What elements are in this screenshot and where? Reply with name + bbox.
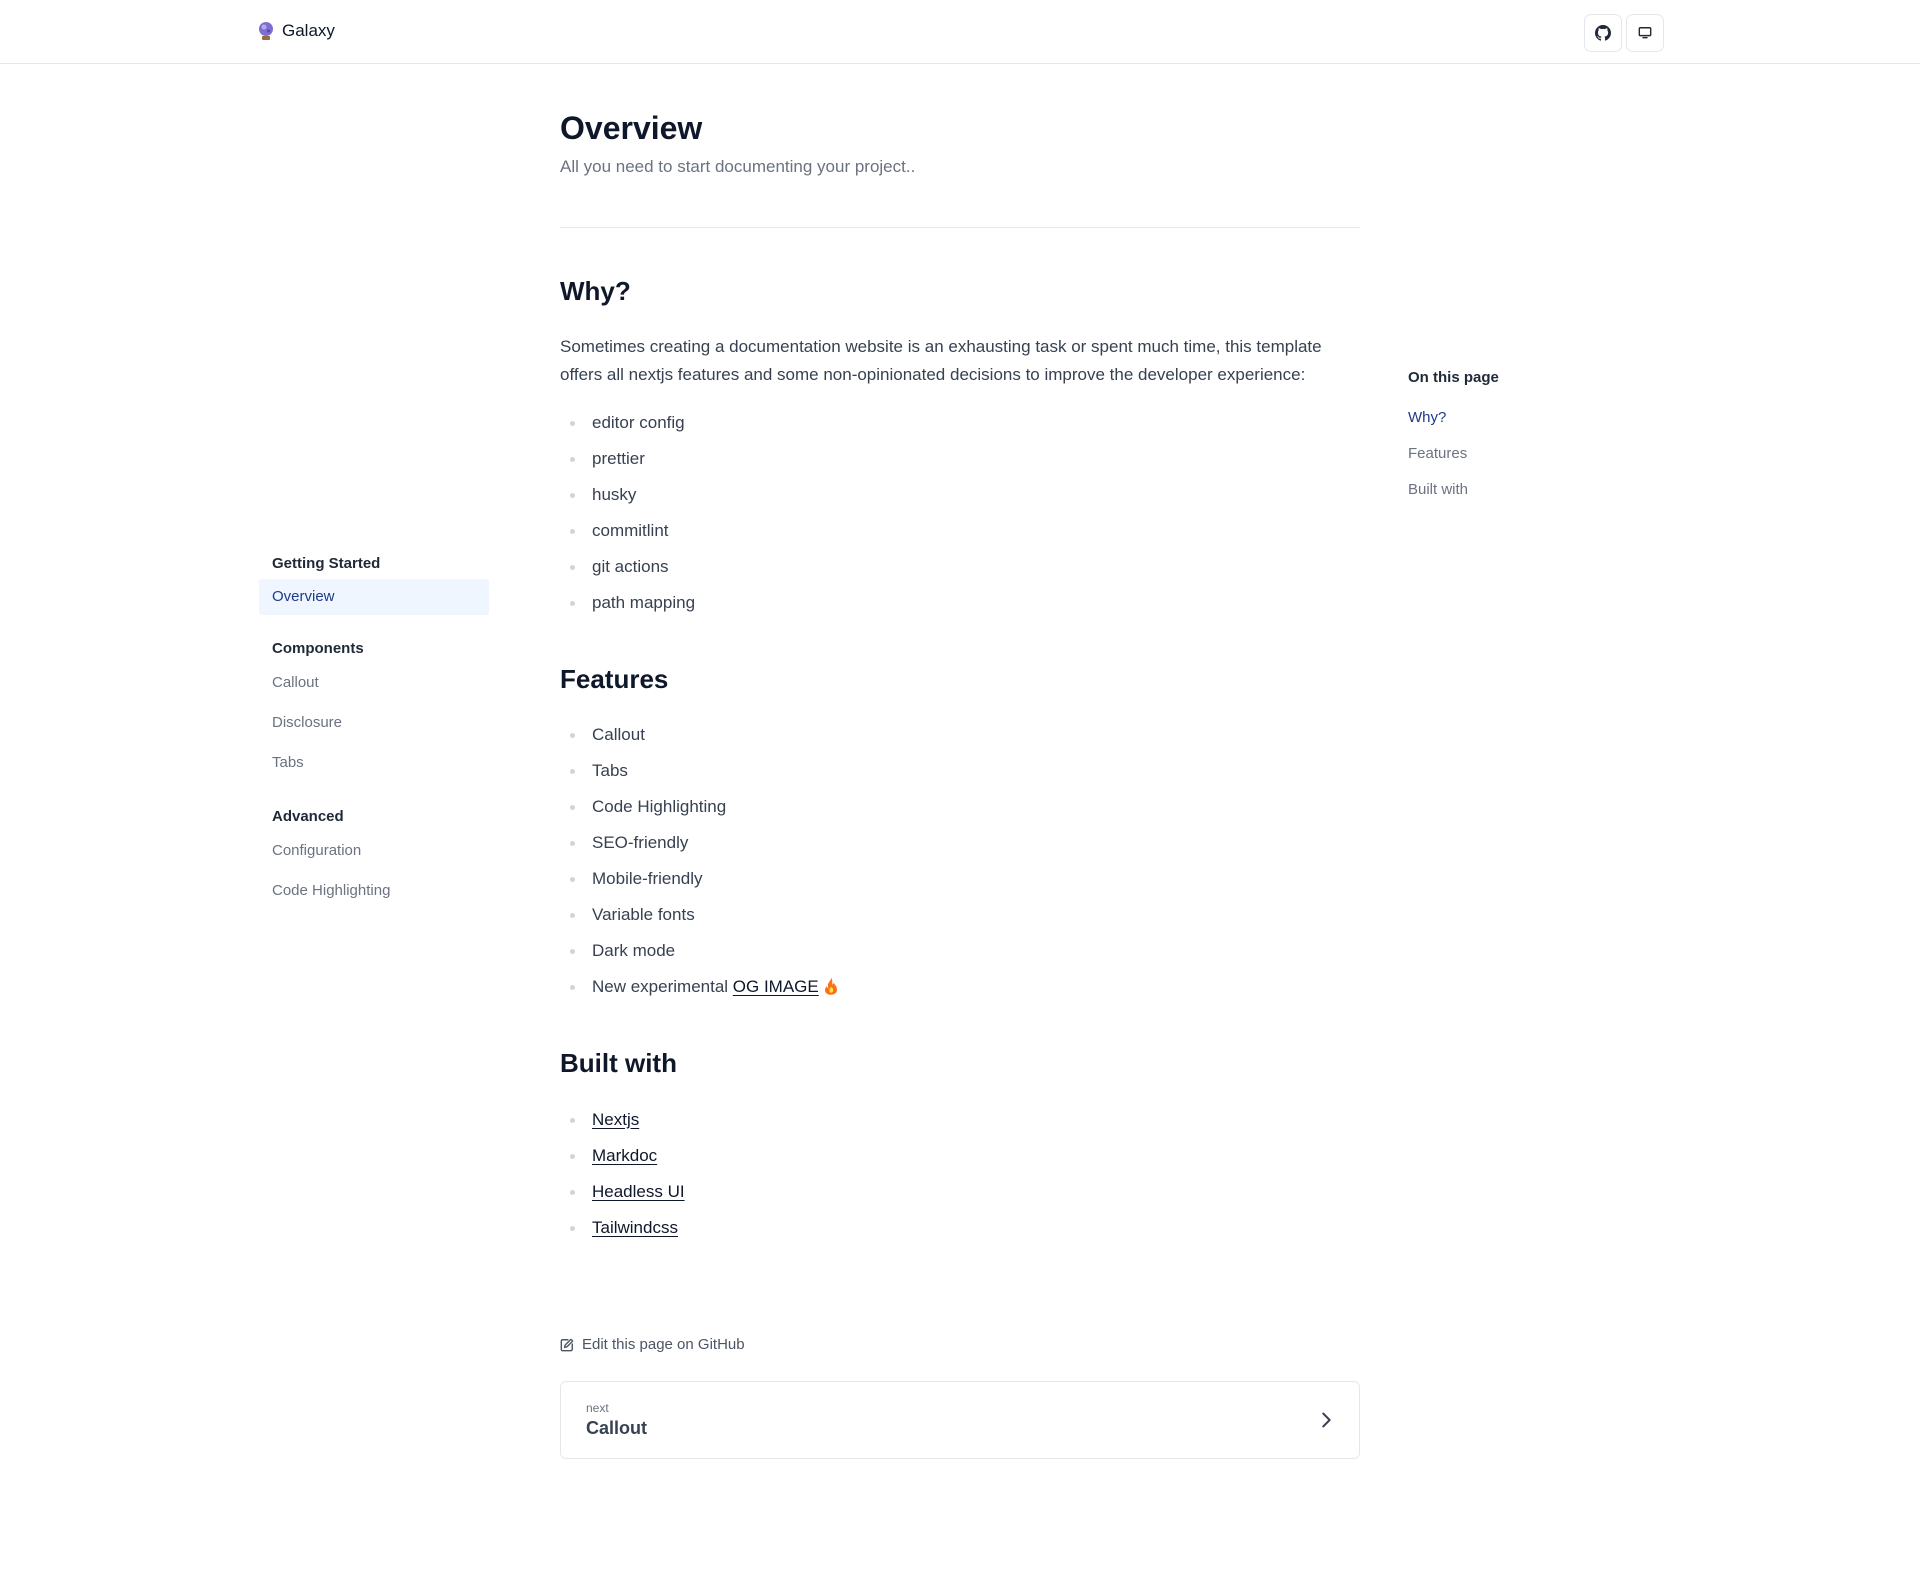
list-item: Markdoc: [560, 1138, 685, 1174]
list-item: Tailwindcss: [560, 1210, 685, 1246]
brand-link[interactable]: Galaxy: [258, 21, 335, 41]
sidebar-item-overview[interactable]: Overview: [259, 579, 489, 615]
built-with-list: Nextjs Markdoc Headless UI Tailwindcss: [560, 1102, 685, 1246]
section-heading-why: Why?: [560, 276, 631, 306]
sidebar-item-callout[interactable]: Callout: [259, 663, 489, 703]
sidebar-item-code-highlighting[interactable]: Code Highlighting: [259, 871, 489, 911]
list-item: Tabs: [560, 753, 839, 789]
github-icon: [1595, 25, 1611, 41]
sidebar-section-components: Components Callout Disclosure Tabs: [259, 635, 489, 783]
page-title: Overview: [560, 110, 703, 146]
sidebar-nav: Getting Started Overview Components Call…: [259, 550, 489, 931]
features-list: Callout Tabs Code Highlighting SEO-frien…: [560, 717, 839, 1005]
list-item: Headless UI: [560, 1174, 685, 1210]
og-image-prefix: New experimental: [592, 977, 733, 996]
sidebar-heading: Components: [272, 640, 364, 657]
sidebar-item-configuration[interactable]: Configuration: [259, 831, 489, 871]
nextjs-link[interactable]: Nextjs: [592, 1110, 639, 1129]
on-this-page-toc: On this page Why? Features Built with: [1408, 366, 1608, 514]
toc-item-why[interactable]: Why?: [1408, 406, 1608, 442]
list-item: Callout: [560, 717, 839, 753]
why-list: editor config prettier husky commitlint …: [560, 405, 695, 621]
fire-icon: [824, 977, 837, 995]
brand-name: Galaxy: [282, 21, 335, 40]
chevron-right-icon: [1322, 1412, 1331, 1428]
section-heading-features: Features: [560, 664, 669, 694]
theme-toggle-button[interactable]: [1626, 14, 1664, 52]
page-subtitle: All you need to start documenting your p…: [560, 157, 916, 176]
why-paragraph: Sometimes creating a documentation websi…: [560, 337, 1322, 384]
list-item: Mobile-friendly: [560, 861, 839, 897]
edit-icon: [560, 1338, 574, 1351]
list-item-og-image: New experimental OG IMAGE: [560, 969, 839, 1005]
edit-link-label: Edit this page on GitHub: [582, 1336, 745, 1353]
list-item: Dark mode: [560, 933, 839, 969]
list-item: Variable fonts: [560, 897, 839, 933]
list-item: SEO-friendly: [560, 825, 839, 861]
toc-heading: On this page: [1408, 369, 1499, 386]
og-image-link[interactable]: OG IMAGE: [733, 977, 819, 996]
edit-on-github-link[interactable]: Edit this page on GitHub: [560, 1336, 745, 1353]
top-header: Galaxy: [0, 0, 1920, 64]
sidebar-section-getting-started: Getting Started Overview: [259, 550, 489, 615]
galaxy-logo-icon: [259, 22, 273, 40]
list-item: husky: [560, 477, 695, 513]
list-item: path mapping: [560, 585, 695, 621]
sidebar-heading: Advanced: [272, 808, 344, 825]
list-item: prettier: [560, 441, 695, 477]
tailwindcss-link[interactable]: Tailwindcss: [592, 1218, 678, 1237]
monitor-icon: [1638, 27, 1652, 39]
next-page-title: Callout: [586, 1418, 647, 1438]
headless-ui-link[interactable]: Headless UI: [592, 1182, 685, 1201]
next-label: next: [586, 1401, 609, 1415]
title-divider: [560, 227, 1360, 228]
toc-item-features[interactable]: Features: [1408, 442, 1608, 478]
list-item: Code Highlighting: [560, 789, 839, 825]
next-page-card[interactable]: next Callout: [560, 1381, 1360, 1459]
list-item: commitlint: [560, 513, 695, 549]
list-item: Nextjs: [560, 1102, 685, 1138]
list-item: git actions: [560, 549, 695, 585]
section-heading-built-with: Built with: [560, 1048, 677, 1078]
sidebar-item-tabs[interactable]: Tabs: [259, 743, 489, 783]
markdoc-link[interactable]: Markdoc: [592, 1146, 657, 1165]
sidebar-item-disclosure[interactable]: Disclosure: [259, 703, 489, 743]
sidebar-heading: Getting Started: [272, 555, 381, 572]
github-button[interactable]: [1584, 14, 1622, 52]
list-item: editor config: [560, 405, 695, 441]
toc-item-built-with[interactable]: Built with: [1408, 478, 1608, 514]
sidebar-section-advanced: Advanced Configuration Code Highlighting: [259, 803, 489, 911]
